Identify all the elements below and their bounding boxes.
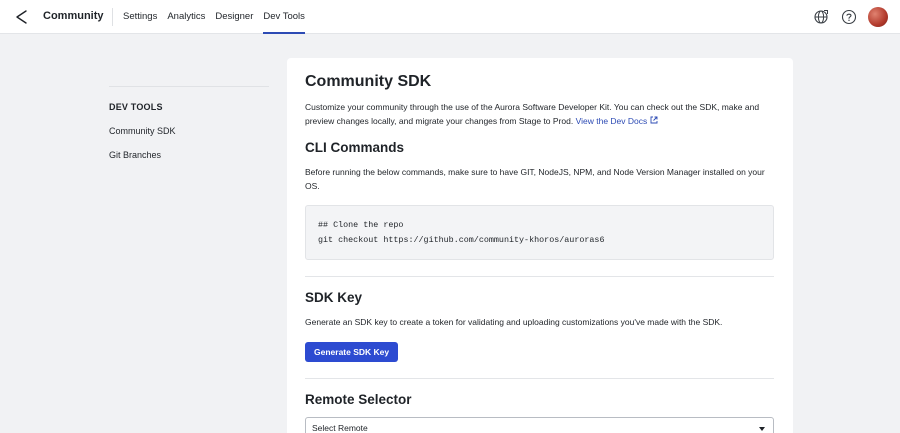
generate-sdk-key-button[interactable]: Generate SDK Key — [305, 342, 399, 362]
chevron-down-icon — [759, 427, 765, 431]
sdk-key-description: Generate an SDK key to create a token fo… — [305, 317, 723, 327]
intro-text: Customize your community through the use… — [305, 100, 774, 128]
code-block[interactable]: ## Clone the repo git checkout https://g… — [305, 205, 774, 260]
header-actions — [802, 7, 888, 27]
dev-docs-link[interactable]: View the Dev Docs — [576, 116, 658, 126]
user-avatar[interactable] — [868, 7, 888, 27]
sidebar-item-git-branches[interactable]: Git Branches — [109, 150, 269, 160]
page-title: Community SDK — [305, 73, 432, 90]
section-divider — [305, 378, 774, 379]
sdk-key-button-row: Generate SDK Key — [305, 342, 774, 362]
remote-select-placeholder: Select Remote — [312, 423, 368, 433]
code-comment-line: ## Clone the repo — [318, 220, 404, 230]
remote-selector-heading: Remote Selector — [305, 392, 412, 407]
help-icon[interactable] — [840, 8, 858, 26]
community-sdk-card: Community SDK Customize your community t… — [287, 58, 793, 433]
intro-description: Customize your community through the use… — [305, 102, 760, 126]
nav-analytics[interactable]: Analytics — [167, 0, 205, 34]
dev-tools-sidebar: DEV TOOLS Community SDK Git Branches — [109, 86, 269, 160]
globe-icon[interactable] — [812, 8, 830, 26]
main-nav: Settings Analytics Designer Dev Tools — [123, 0, 315, 34]
nav-dev-tools[interactable]: Dev Tools — [263, 0, 305, 34]
community-brand-label[interactable]: Community — [43, 10, 104, 22]
cli-commands-heading: CLI Commands — [305, 140, 405, 155]
sdk-key-heading: SDK Key — [305, 290, 363, 305]
external-link-icon — [650, 116, 658, 124]
dev-docs-link-label: View the Dev Docs — [575, 116, 648, 126]
cli-description: Before running the below commands, make … — [305, 167, 765, 191]
khoros-logo-icon[interactable] — [14, 9, 30, 25]
header-divider — [112, 8, 113, 26]
section-divider — [305, 276, 774, 277]
sidebar-title: DEV TOOLS — [109, 102, 163, 112]
nav-settings[interactable]: Settings — [123, 0, 157, 34]
top-navigation-bar: Community Settings Analytics Designer De… — [0, 0, 900, 34]
nav-designer[interactable]: Designer — [215, 0, 253, 34]
remote-select[interactable]: Select Remote — [305, 417, 774, 433]
code-command-line: git checkout https://github.com/communit… — [318, 234, 605, 245]
sidebar-item-community-sdk[interactable]: Community SDK — [109, 126, 269, 136]
